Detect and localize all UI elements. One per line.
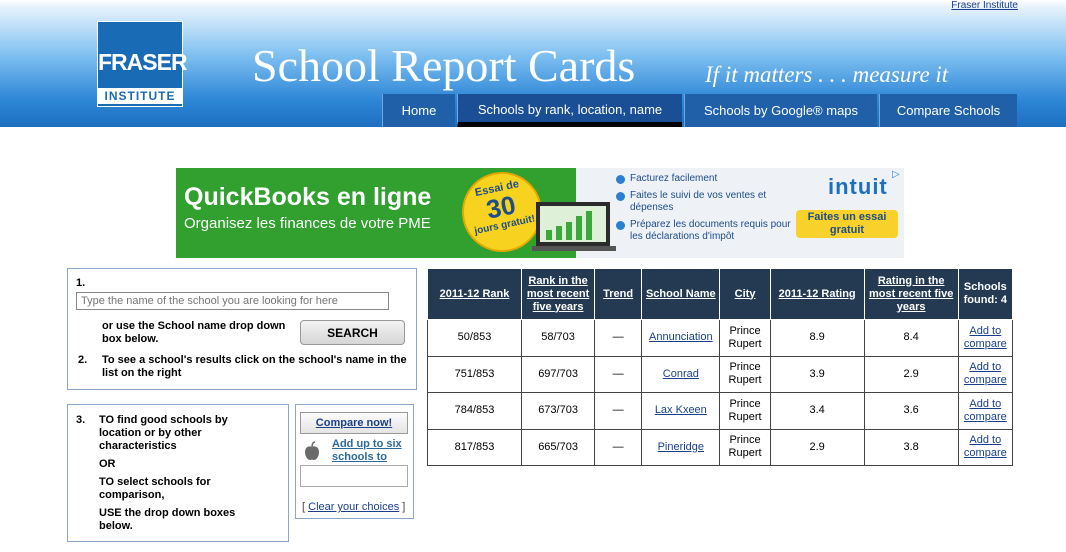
table-row: 784/853 673/703 — Lax Kxeen Prince Ruper…	[426, 392, 1014, 430]
cell-rank-five-years: 665/703	[521, 428, 596, 466]
add-to-compare-link[interactable]: Add to compare	[957, 392, 1014, 430]
clear-choices: [ Clear your choices ]	[302, 501, 405, 513]
search-or-text: or use the School name drop down box bel…	[102, 320, 286, 345]
cell-rating: 2.9	[769, 428, 865, 466]
filter-panel: 3. TO find good schools by location or b…	[67, 404, 289, 542]
compare-now-button[interactable]: Compare now!	[300, 412, 408, 434]
cell-rank: 784/853	[426, 392, 523, 430]
step2-text: To see a school's results click on the s…	[102, 354, 407, 379]
school-link-conrad[interactable]: Conrad	[641, 355, 721, 393]
cell-rating-five-years: 2.9	[863, 355, 959, 393]
ad-bullet: Faites le suivi de vos ventes et dépense…	[616, 190, 796, 214]
step3-find-text: TO find good schools by location or by o…	[99, 414, 228, 452]
quickbooks-ad-banner[interactable]: QuickBooks en ligne Organisez les financ…	[176, 164, 904, 260]
cell-city: Prince Rupert	[719, 319, 771, 357]
search-button[interactable]: SEARCH	[300, 320, 405, 345]
ad-bullet-list: Facturez facilement Faites le suivi de v…	[616, 173, 796, 248]
logo-line2: INSTITUTE	[98, 88, 182, 104]
cell-rating: 3.9	[769, 355, 865, 393]
fraser-institute-logo[interactable]: FRASER INSTITUTE	[97, 21, 188, 107]
laptop-chart-icon	[532, 202, 616, 251]
add-to-compare-link[interactable]: Add to compare	[957, 355, 1014, 393]
school-link-lax-kxeen[interactable]: Lax Kxeen	[641, 392, 721, 430]
table-row: 751/853 697/703 — Conrad Prince Rupert 3…	[426, 355, 1014, 393]
nav-compare-schools[interactable]: Compare Schools	[879, 94, 1017, 127]
ad-bullet: Facturez facilement	[616, 173, 796, 185]
cell-trend: —	[594, 355, 643, 393]
logo-line1: FRASER	[98, 49, 188, 75]
search-panel: 1. or use the School name drop down box …	[67, 268, 417, 390]
ad-title: QuickBooks en ligne	[184, 183, 432, 211]
clear-bracket-open: [	[302, 501, 306, 513]
step1-number: 1.	[76, 277, 86, 289]
school-link-pineridge[interactable]: Pineridge	[641, 428, 721, 466]
fraser-institute-link[interactable]: Fraser Institute	[951, 0, 1018, 11]
cell-city: Prince Rupert	[719, 392, 771, 430]
step3-or: OR	[99, 458, 116, 470]
selected-schools-box	[300, 465, 408, 487]
col-header-rank-five-years[interactable]: Rank in the most recent five years	[521, 268, 596, 320]
school-results-table: 2011-12 Rank Rank in the most recent fiv…	[426, 268, 1014, 466]
step2-number: 2.	[78, 354, 88, 366]
intuit-logo: intuit	[828, 174, 888, 199]
cell-rating: 3.4	[769, 392, 865, 430]
compare-panel: Compare now! Add up to six schools to co…	[295, 404, 414, 519]
add-to-compare-link[interactable]: Add to compare	[957, 319, 1014, 357]
col-header-trend[interactable]: Trend	[594, 268, 643, 320]
apple-icon	[305, 441, 319, 460]
table-header-row: 2011-12 Rank Rank in the most recent fiv…	[426, 268, 1014, 320]
ad-cta-button[interactable]: Faites un essai gratuit	[796, 210, 898, 238]
cell-rank-five-years: 673/703	[521, 392, 596, 430]
table-row: 50/853 58/703 — Annunciation Prince Rupe…	[426, 319, 1014, 357]
cell-trend: —	[594, 319, 643, 357]
step3-number: 3.	[76, 414, 86, 426]
site-tagline: If it matters . . . measure it	[705, 62, 949, 87]
cell-rank: 817/853	[426, 428, 523, 466]
cell-trend: —	[594, 392, 643, 430]
col-header-city[interactable]: City	[719, 268, 771, 320]
site-title: School Report Cards	[252, 40, 636, 91]
col-header-school-name[interactable]: School Name	[641, 268, 721, 320]
adchoices-icon[interactable]: ▷	[892, 169, 900, 180]
cell-city: Prince Rupert	[719, 428, 771, 466]
nav-schools-by-google-maps[interactable]: Schools by Google® maps	[684, 94, 877, 127]
col-header-rank[interactable]: 2011-12 Rank	[426, 268, 523, 320]
cell-rank: 751/853	[426, 355, 523, 393]
cell-city: Prince Rupert	[719, 355, 771, 393]
cell-rank-five-years: 697/703	[521, 355, 596, 393]
cell-rating-five-years: 3.8	[863, 428, 959, 466]
ad-subtitle: Organisez les finances de votre PME	[184, 215, 431, 232]
cell-rating-five-years: 3.6	[863, 392, 959, 430]
school-search-input[interactable]	[76, 292, 389, 310]
clear-bracket-close: ]	[402, 501, 406, 513]
cell-rating: 8.9	[769, 319, 865, 357]
nav-home[interactable]: Home	[382, 94, 455, 127]
cell-trend: —	[594, 428, 643, 466]
school-link-annunciation[interactable]: Annunciation	[641, 319, 721, 357]
ad-bullet: Préparez les documents requis pour les d…	[616, 219, 796, 243]
table-row: 817/853 665/703 — Pineridge Prince Ruper…	[426, 428, 1014, 466]
cell-rank: 50/853	[426, 319, 523, 357]
add-to-compare-link[interactable]: Add to compare	[957, 428, 1014, 466]
col-header-rating[interactable]: 2011-12 Rating	[769, 268, 865, 320]
nav-schools-by-rank[interactable]: Schools by rank, location, name	[457, 94, 682, 127]
cell-rating-five-years: 8.4	[863, 319, 959, 357]
col-header-rating-five-years[interactable]: Rating in the most recent five years	[863, 268, 959, 320]
cell-rank-five-years: 58/703	[521, 319, 596, 357]
site-header: Fraser Institute FRASER INSTITUTE School…	[0, 0, 1066, 127]
clear-choices-link[interactable]: Clear your choices	[308, 501, 399, 513]
step3-use-text: USE the drop down boxes below.	[99, 507, 236, 532]
step3-select-text: TO select schools for comparison,	[99, 476, 211, 501]
schools-found-count: Schools found: 4	[957, 268, 1014, 320]
